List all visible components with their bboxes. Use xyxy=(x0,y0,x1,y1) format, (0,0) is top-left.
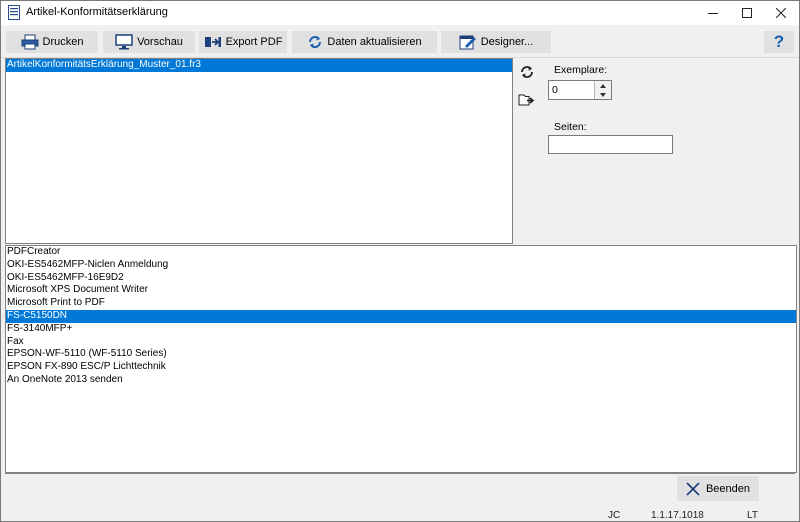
toolbar: Drucken Vorschau Export PDF Daten aktual… xyxy=(1,27,799,58)
minimize-icon xyxy=(708,13,718,14)
printer-list-item[interactable]: OKI-ES5462MFP-Niclen Anmeldung xyxy=(6,259,796,272)
copies-label: Exemplare: xyxy=(554,64,608,76)
printer-list-item[interactable]: EPSON FX-890 ESC/P Lichttechnik xyxy=(6,361,796,374)
close-window-button[interactable] xyxy=(764,1,798,25)
printer-list-item[interactable]: Fax xyxy=(6,336,796,349)
monitor-icon xyxy=(115,34,133,50)
window-title: Artikel-Konformitätserklärung xyxy=(26,6,168,18)
preview-label: Vorschau xyxy=(137,36,183,48)
print-button[interactable]: Drucken xyxy=(6,31,98,53)
report-list-item[interactable]: ArtikelKonformitätsErklärung_Muster_01.f… xyxy=(6,59,512,72)
printer-list-item[interactable]: An OneNote 2013 senden xyxy=(6,374,796,387)
report-list-items: ArtikelKonformitätsErklärung_Muster_01.f… xyxy=(6,59,512,72)
copies-stepper[interactable]: 0 xyxy=(548,80,612,100)
close-icon xyxy=(776,8,786,18)
export-icon xyxy=(204,37,221,47)
maximize-icon xyxy=(742,8,752,18)
refresh-data-label: Daten aktualisieren xyxy=(327,36,422,48)
close-label: Beenden xyxy=(705,482,751,495)
report-list[interactable]: ArtikelKonformitätsErklärung_Muster_01.f… xyxy=(5,58,513,244)
title-bar[interactable]: Artikel-Konformitätserklärung xyxy=(1,1,799,25)
printer-list-item[interactable]: FS-3140MFP+ xyxy=(6,323,796,336)
copies-stepper-buttons xyxy=(594,81,611,99)
printer-list-item[interactable]: Microsoft XPS Document Writer xyxy=(6,284,796,297)
printer-list[interactable]: PDFCreator OKI-ES5462MFP-Niclen Anmeldung… xyxy=(5,245,797,473)
refresh-data-button[interactable]: Daten aktualisieren xyxy=(292,31,437,53)
refresh-icon[interactable] xyxy=(519,64,535,80)
print-label: Drucken xyxy=(42,36,84,48)
document-icon xyxy=(8,5,20,20)
pages-input[interactable] xyxy=(548,135,673,154)
arrow-up-icon xyxy=(600,83,606,88)
printer-list-item[interactable]: EPSON-WF-5110 (WF-5110 Series) xyxy=(6,348,796,361)
main-window: Artikel-Konformitätserklärung Drucken Vo… xyxy=(0,0,800,522)
printer-list-item[interactable]: Microsoft Print to PDF xyxy=(6,297,796,310)
printer-list-items: PDFCreator OKI-ES5462MFP-Niclen Anmeldung… xyxy=(6,246,796,387)
minimize-button[interactable] xyxy=(696,1,730,25)
arrow-down-icon xyxy=(600,92,606,97)
folder-arrow-icon[interactable] xyxy=(518,92,536,107)
export-pdf-label: Export PDF xyxy=(225,36,283,48)
status-user: JC xyxy=(608,510,621,521)
copies-decrement-button[interactable] xyxy=(595,90,611,99)
designer-label: Designer... xyxy=(480,36,534,48)
pages-label: Seiten: xyxy=(554,121,587,133)
designer-icon xyxy=(459,35,476,50)
preview-button[interactable]: Vorschau xyxy=(103,31,195,53)
printer-icon xyxy=(21,34,39,50)
close-button[interactable]: Beenden xyxy=(677,476,759,501)
printer-list-item[interactable]: FS-C5150DN xyxy=(6,309,796,323)
maximize-button[interactable] xyxy=(730,1,764,25)
printer-list-item[interactable]: PDFCreator xyxy=(6,246,796,259)
status-version: 1.1.17.1018 xyxy=(651,510,704,521)
printer-list-item[interactable]: OKI-ES5462MFP-16E9D2 xyxy=(6,272,796,285)
designer-button[interactable]: Designer... xyxy=(441,31,551,53)
help-button[interactable]: ? xyxy=(764,31,794,53)
export-pdf-button[interactable]: Export PDF xyxy=(199,31,287,53)
refresh-icon xyxy=(309,36,322,48)
close-icon xyxy=(686,481,700,496)
copies-value: 0 xyxy=(552,84,558,96)
status-language: LT xyxy=(747,510,758,521)
